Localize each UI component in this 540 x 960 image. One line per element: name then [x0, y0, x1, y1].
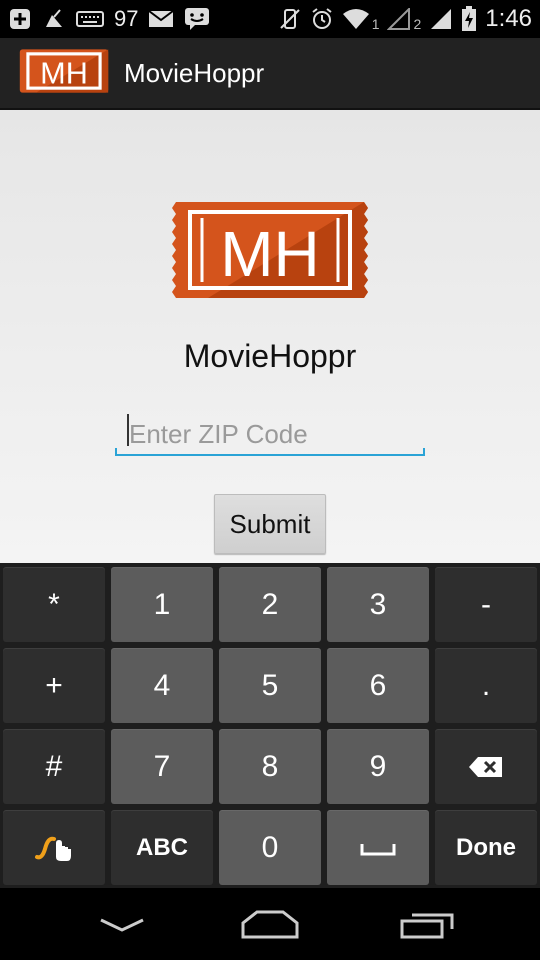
backspace-icon [469, 756, 502, 777]
wifi-icon [342, 8, 370, 30]
key-4[interactable]: 4 [111, 648, 213, 723]
text-cursor [127, 414, 129, 446]
logo-text: MH [220, 218, 320, 290]
home-button[interactable] [210, 888, 330, 960]
key-star[interactable]: * [3, 567, 105, 642]
recent-apps-icon [400, 913, 454, 939]
small-logo-text: MH [40, 57, 88, 91]
key-done[interactable]: Done [435, 810, 537, 885]
action-bar-title: MovieHoppr [124, 57, 265, 88]
back-button[interactable] [62, 888, 182, 960]
add-notification-icon [8, 7, 32, 31]
signal-sim2-icon [429, 8, 453, 30]
app-logo-small[interactable]: MH [18, 46, 110, 100]
chat-icon [184, 7, 210, 31]
alarm-icon [310, 7, 334, 31]
numeric-keyboard: * 1 2 3 - + 4 5 6 . # 7 8 9 ABC 0 Done [0, 563, 540, 888]
key-7[interactable]: 7 [111, 729, 213, 804]
sim1-label: 1 [371, 16, 380, 32]
key-1[interactable]: 1 [111, 567, 213, 642]
key-6[interactable]: 6 [327, 648, 429, 723]
sim2-label: 2 [413, 16, 422, 32]
key-3[interactable]: 3 [327, 567, 429, 642]
mail-icon [148, 9, 175, 29]
key-minus[interactable]: - [435, 567, 537, 642]
key-hash[interactable]: # [3, 729, 105, 804]
signal-sim1-icon [387, 8, 411, 30]
keyboard-icon [76, 9, 104, 29]
recent-apps-button[interactable] [368, 888, 488, 960]
clock: 1:46 [485, 5, 532, 32]
battery-percent-label: 97 [114, 6, 139, 31]
clean-icon [42, 7, 66, 31]
key-2[interactable]: 2 [219, 567, 321, 642]
key-abc[interactable]: ABC [111, 810, 213, 885]
key-9[interactable]: 9 [327, 729, 429, 804]
swype-icon [35, 836, 71, 861]
app-name: MovieHoppr [183, 338, 357, 374]
status-bar: 97 1 2 1:46 [0, 0, 540, 38]
vibrate-off-icon [278, 7, 302, 31]
space-icon [360, 843, 396, 855]
battery-charging-icon [461, 6, 477, 32]
key-space[interactable] [327, 810, 429, 885]
key-5[interactable]: 5 [219, 648, 321, 723]
action-bar: MH MovieHoppr [0, 38, 540, 110]
home-icon [241, 910, 299, 939]
key-plus[interactable]: + [3, 648, 105, 723]
key-8[interactable]: 8 [219, 729, 321, 804]
zip-underline [115, 448, 425, 456]
zip-field[interactable] [115, 408, 425, 456]
key-0[interactable]: 0 [219, 810, 321, 885]
key-backspace[interactable] [435, 729, 537, 804]
key-dot[interactable]: . [435, 648, 537, 723]
nav-bar [0, 888, 540, 960]
back-icon [100, 918, 144, 932]
key-swype[interactable] [3, 810, 105, 885]
submit-button[interactable]: Submit [214, 494, 326, 554]
app-logo: MH [172, 202, 368, 298]
main-content: MH MovieHoppr Submit [0, 110, 540, 563]
